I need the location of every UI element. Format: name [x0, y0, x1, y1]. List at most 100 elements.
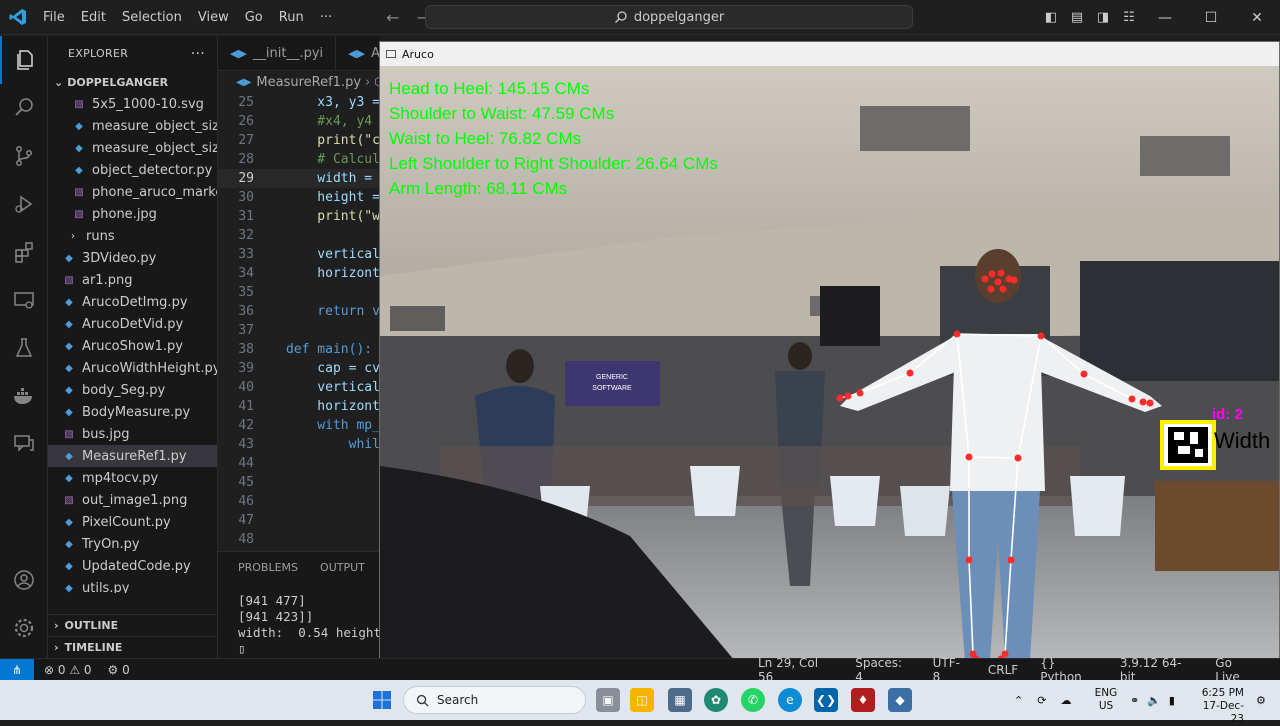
explorer-icon[interactable]	[0, 36, 48, 84]
code-line[interactable]: 31 print("w	[218, 207, 380, 226]
file-item[interactable]: ▧ bus.jpg	[48, 423, 217, 445]
file-explorer-icon[interactable]: ◫	[630, 688, 654, 712]
file-item[interactable]: ◆ object_detector.py	[48, 159, 217, 181]
code-line[interactable]: 37	[218, 321, 380, 340]
notifications-icon[interactable]: ⚙	[1256, 680, 1266, 720]
status-item[interactable]: CRLF	[988, 663, 1018, 677]
timeline-section[interactable]: › TIMELINE	[48, 636, 218, 658]
menu-item-2[interactable]: Selection	[122, 10, 182, 25]
file-item[interactable]: ◆ PixelCount.py	[48, 511, 217, 533]
comments-icon[interactable]	[0, 420, 48, 468]
search-view-icon[interactable]	[0, 84, 48, 132]
code-line[interactable]: 30 height =	[218, 188, 380, 207]
code-line[interactable]: 41 horizont	[218, 397, 380, 416]
code-line[interactable]: 45	[218, 473, 380, 492]
code-line[interactable]: 39 cap = cv	[218, 359, 380, 378]
sync-icon[interactable]: ⟳	[1037, 694, 1046, 707]
file-item[interactable]: ◆ BodyMeasure.py	[48, 401, 217, 423]
code-line[interactable]: 36 return v	[218, 302, 380, 321]
close-icon[interactable]: ✕	[1234, 10, 1280, 26]
code-line[interactable]: 38 def main():	[218, 340, 380, 359]
customize-layout-icon[interactable]: ☷	[1116, 10, 1142, 25]
menu-item-0[interactable]: File	[43, 10, 65, 25]
file-item[interactable]: ▧ phone.jpg	[48, 203, 217, 225]
file-item[interactable]: ◆ UpdatedCode.py	[48, 555, 217, 577]
task-view-icon[interactable]: ▣	[596, 688, 620, 712]
code-line[interactable]: 47	[218, 511, 380, 530]
accounts-icon[interactable]	[0, 556, 48, 604]
file-item[interactable]: ◆ MeasureRef1.py	[48, 445, 217, 467]
code-line[interactable]: 43 whil	[218, 435, 380, 454]
toggle-panel-icon[interactable]: ▤	[1064, 10, 1090, 25]
remote-explorer-icon[interactable]	[0, 276, 48, 324]
language-indicator[interactable]: ENG US	[1094, 687, 1118, 713]
outline-section[interactable]: › OUTLINE	[48, 614, 218, 636]
code-line[interactable]: 33 vertical	[218, 245, 380, 264]
code-line[interactable]: 35	[218, 283, 380, 302]
file-item[interactable]: ◆ body_Seg.py	[48, 379, 217, 401]
menu-item-6[interactable]: ···	[320, 10, 332, 25]
code-line[interactable]: 34 horizont	[218, 264, 380, 283]
code-line[interactable]: 46	[218, 492, 380, 511]
brave-icon[interactable]: ♦	[851, 688, 875, 712]
menu-item-4[interactable]: Go	[245, 10, 263, 25]
clock[interactable]: 6:25 PM 17-Dec-23	[1196, 687, 1244, 726]
tab-init-pyi[interactable]: ◀▶ __init__.pyi	[218, 36, 337, 70]
file-item[interactable]: ▧ out_image1.png	[48, 489, 217, 511]
project-folder[interactable]: ⌄ DOPPELGANGER	[48, 71, 217, 93]
file-item[interactable]: ◆ ArucoWidthHeight.py	[48, 357, 217, 379]
windows-start-icon[interactable]	[370, 688, 394, 712]
code-line[interactable]: 28 # Calcul	[218, 150, 380, 169]
edge-icon[interactable]: e	[778, 688, 802, 712]
photos-icon[interactable]: ▦	[668, 688, 692, 712]
code-line[interactable]: 25 x3, y3 =	[218, 93, 380, 112]
remote-indicator-icon[interactable]: ⋔	[0, 658, 34, 681]
testing-icon[interactable]	[0, 324, 48, 372]
breadcrumb[interactable]: ◀▶ MeasureRef1.py › ⬡	[218, 71, 380, 93]
chevron-up-icon[interactable]: ⌃	[1014, 694, 1023, 707]
run-debug-icon[interactable]	[0, 180, 48, 228]
file-item[interactable]: ◆ ArucoDetImg.py	[48, 291, 217, 313]
maximize-icon[interactable]: ☐	[1188, 10, 1234, 26]
file-item[interactable]: ◆ ArucoDetVid.py	[48, 313, 217, 335]
aruco-window[interactable]: Aruco GENERIC SOFTWARE id: 2 Width Head …	[379, 41, 1280, 666]
code-line[interactable]: 26 #x4, y4	[218, 112, 380, 131]
file-item[interactable]: ◆ ArucoShow1.py	[48, 335, 217, 357]
code-line[interactable]: 27 print("c	[218, 131, 380, 150]
toggle-sidebar-icon[interactable]: ◧	[1038, 10, 1064, 25]
code-line[interactable]: 48	[218, 530, 380, 549]
file-item[interactable]: ◆ measure_object_size...	[48, 137, 217, 159]
back-arrow-icon[interactable]: ←	[386, 8, 399, 27]
source-control-icon[interactable]	[0, 132, 48, 180]
menu-item-3[interactable]: View	[198, 10, 229, 25]
code-line[interactable]: 40 vertical	[218, 378, 380, 397]
minimize-icon[interactable]: —	[1142, 10, 1188, 26]
file-item[interactable]: ▧ ar1.png	[48, 269, 217, 291]
code-line[interactable]: 29 width =	[218, 169, 380, 188]
menu-item-5[interactable]: Run	[279, 10, 304, 25]
file-item[interactable]: ▧ 5x5_1000-10.svg	[48, 93, 217, 115]
file-item[interactable]: ▧ phone_aruco_marke...	[48, 181, 217, 203]
command-center-search[interactable]: doppelganger	[425, 5, 913, 29]
python-taskbar-icon[interactable]: ◆	[888, 688, 912, 712]
code-line[interactable]: 32	[218, 226, 380, 245]
file-item[interactable]: ◆ TryOn.py	[48, 533, 217, 555]
toggle-secondary-icon[interactable]: ◨	[1090, 10, 1116, 25]
extensions-icon[interactable]	[0, 228, 48, 276]
code-line[interactable]: 44	[218, 454, 380, 473]
ports-count[interactable]: ⚙ 0	[108, 663, 130, 677]
file-item[interactable]: ◆ 3DVideo.py	[48, 247, 217, 269]
tab-output[interactable]: OUTPUT	[320, 561, 365, 574]
cloud-icon[interactable]: ☁	[1060, 694, 1071, 707]
whatsapp-icon[interactable]: ✆	[741, 688, 765, 712]
tab-problems[interactable]: PROBLEMS	[238, 561, 298, 574]
problems-count[interactable]: ⊗ 0 ⚠ 0	[44, 663, 92, 677]
file-item[interactable]: ◆ utils.py	[48, 577, 217, 594]
menu-item-1[interactable]: Edit	[81, 10, 106, 25]
file-item[interactable]: ◆ mp4tocv.py	[48, 467, 217, 489]
code-line[interactable]: 42 with mp_	[218, 416, 380, 435]
quick-settings[interactable]: ⚭ 🔈 ▮	[1130, 680, 1175, 720]
tab-a[interactable]: ◀▶ A	[336, 36, 380, 70]
manage-gear-icon[interactable]	[0, 604, 48, 652]
more-actions-icon[interactable]: ···	[191, 46, 205, 62]
